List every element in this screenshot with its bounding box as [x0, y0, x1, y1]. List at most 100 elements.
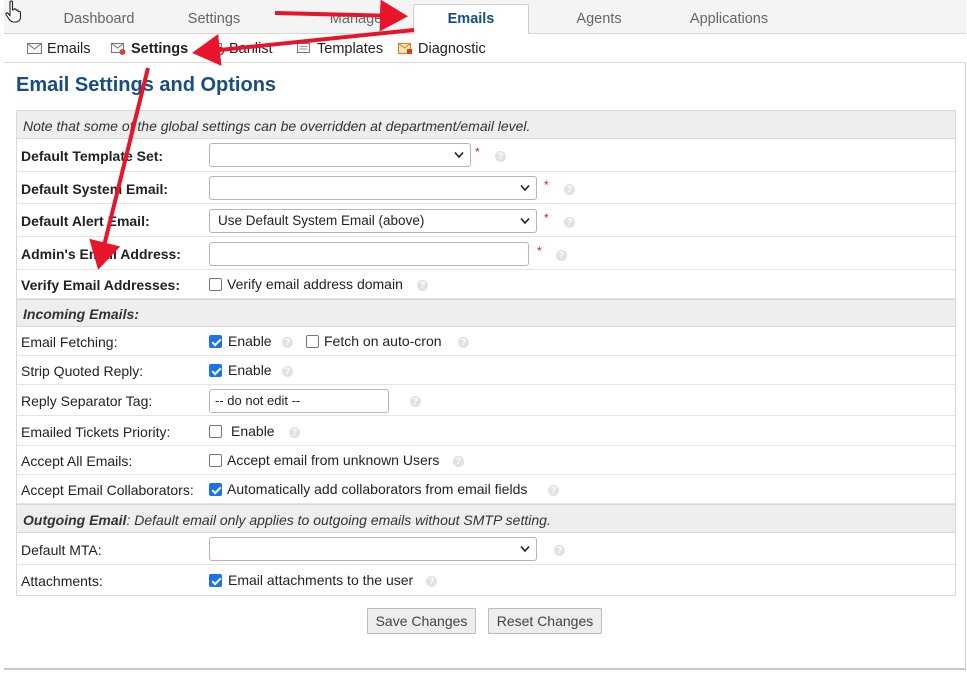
- tab-applications[interactable]: Applications: [664, 5, 794, 34]
- email-fetching-row: Email Fetching: Enable ? Fetch on auto-c…: [17, 327, 955, 356]
- help-icon[interactable]: ?: [289, 427, 300, 438]
- tab-agents[interactable]: Agents: [544, 5, 654, 34]
- autocron-checkbox[interactable]: [306, 335, 319, 348]
- chevron-down-icon: [520, 217, 530, 225]
- verify-email-label: Verify Email Addresses:: [21, 277, 181, 293]
- admin-email-row: Admin's Email Address: * ?: [17, 237, 955, 270]
- subnav-emails-label: Emails: [47, 41, 91, 57]
- chevron-down-icon: [520, 184, 530, 192]
- ticket-priority-checkbox[interactable]: [209, 425, 222, 438]
- ticket-priority-row: Emailed Tickets Priority: Enable ?: [17, 416, 955, 446]
- fetching-enable-option: Enable: [228, 333, 272, 349]
- diagnostic-icon: [398, 43, 412, 54]
- attachments-label: Attachments:: [21, 573, 103, 589]
- help-icon[interactable]: ?: [426, 576, 437, 587]
- outgoing-heading: Outgoing Email: Default email only appli…: [23, 512, 551, 528]
- ticket-priority-label: Emailed Tickets Priority:: [21, 424, 171, 440]
- required-mark: *: [544, 178, 549, 192]
- chevron-down-icon: [520, 545, 530, 553]
- default-mta-row: Default MTA: ?: [17, 533, 955, 565]
- collaborators-checkbox[interactable]: [209, 483, 222, 496]
- default-mta-select[interactable]: [209, 537, 537, 561]
- chevron-down-icon: [454, 151, 464, 159]
- subnav-banlist[interactable]: Banlist: [209, 40, 273, 58]
- email-settings-icon: [111, 43, 126, 55]
- autocron-option: Fetch on auto-cron: [324, 333, 442, 349]
- help-icon[interactable]: ?: [410, 396, 421, 407]
- required-mark: *: [537, 244, 542, 258]
- accept-all-row: Accept All Emails: Accept email from unk…: [17, 446, 955, 475]
- hand-cursor-icon: [5, 0, 22, 23]
- subnav-diagnostic[interactable]: Diagnostic: [398, 40, 486, 58]
- sub-navigation: Emails Settings Banlist Templates Diagno…: [4, 34, 966, 63]
- attachments-option: Email attachments to the user: [228, 572, 414, 588]
- alert-email-select[interactable]: Use Default System Email (above): [209, 209, 537, 233]
- admin-email-input[interactable]: [209, 242, 529, 266]
- main-tabs: Dashboard Settings Manage Emails Agents …: [4, 0, 966, 35]
- subnav-banlist-label: Banlist: [229, 41, 273, 57]
- fetching-enable-checkbox[interactable]: [209, 335, 222, 348]
- email-fetching-label: Email Fetching:: [21, 334, 118, 350]
- admin-email-label: Admin's Email Address:: [21, 246, 181, 262]
- collaborators-row: Accept Email Collaborators: Automaticall…: [17, 475, 955, 504]
- reply-separator-label: Reply Separator Tag:: [21, 393, 153, 409]
- verify-email-row: Verify Email Addresses: Verify email add…: [17, 270, 955, 299]
- tab-manage[interactable]: Manage: [286, 5, 426, 34]
- required-mark: *: [475, 145, 480, 159]
- subnav-settings[interactable]: Settings: [111, 40, 189, 58]
- help-icon[interactable]: ?: [458, 337, 469, 348]
- subnav-templates-label: Templates: [317, 41, 384, 57]
- required-mark: *: [544, 211, 549, 225]
- help-icon[interactable]: ?: [564, 184, 575, 195]
- strip-quoted-row: Strip Quoted Reply: Enable ?: [17, 356, 955, 385]
- verify-domain-option: Verify email address domain: [227, 276, 403, 292]
- outgoing-heading-row: Outgoing Email: Default email only appli…: [17, 504, 955, 533]
- help-icon[interactable]: ?: [556, 250, 567, 261]
- system-email-select[interactable]: [209, 176, 537, 200]
- reply-separator-input[interactable]: -- do not edit --: [209, 389, 389, 413]
- verify-domain-checkbox[interactable]: [209, 278, 222, 291]
- incoming-heading: Incoming Emails:: [23, 306, 139, 322]
- collaborators-option: Automatically add collaborators from ema…: [227, 481, 528, 497]
- system-email-label: Default System Email:: [21, 181, 169, 197]
- accept-all-label: Accept All Emails:: [21, 453, 133, 469]
- subnav-settings-label: Settings: [131, 41, 189, 57]
- system-email-row: Default System Email: * ?: [17, 172, 955, 204]
- reset-changes-button[interactable]: Reset Changes: [488, 608, 602, 634]
- accept-all-option: Accept email from unknown Users: [227, 452, 440, 468]
- subnav-emails[interactable]: Emails: [27, 40, 91, 58]
- help-icon[interactable]: ?: [282, 366, 293, 377]
- help-icon[interactable]: ?: [417, 280, 428, 291]
- tab-settings[interactable]: Settings: [144, 5, 284, 34]
- tab-emails[interactable]: Emails: [413, 4, 529, 35]
- override-note: Note that some of the global settings ca…: [23, 118, 531, 134]
- alert-email-label: Default Alert Email:: [21, 213, 150, 229]
- ticket-priority-option: Enable: [231, 423, 275, 439]
- strip-quoted-checkbox[interactable]: [209, 364, 222, 377]
- templates-icon: [297, 43, 310, 53]
- template-set-row: Default Template Set: * ?: [17, 139, 955, 172]
- collaborators-label: Accept Email Collaborators:: [21, 482, 194, 498]
- settings-table: Note that some of the global settings ca…: [16, 110, 956, 596]
- subnav-diagnostic-label: Diagnostic: [418, 41, 486, 57]
- save-changes-button[interactable]: Save Changes: [367, 608, 476, 634]
- accept-all-checkbox[interactable]: [209, 454, 222, 467]
- help-icon[interactable]: ?: [554, 545, 565, 556]
- incoming-heading-row: Incoming Emails:: [17, 299, 955, 327]
- help-icon[interactable]: ?: [548, 485, 559, 496]
- banlist-icon: [209, 43, 224, 55]
- attachments-row: Attachments: Email attachments to the us…: [17, 565, 955, 595]
- help-icon[interactable]: ?: [453, 456, 464, 467]
- template-set-select[interactable]: [209, 143, 471, 167]
- envelope-icon: [27, 43, 42, 54]
- subnav-templates[interactable]: Templates: [297, 40, 384, 58]
- page-title: Email Settings and Options: [16, 74, 277, 96]
- table-note-row: Note that some of the global settings ca…: [17, 111, 955, 139]
- help-icon[interactable]: ?: [564, 217, 575, 228]
- alert-email-row: Default Alert Email: Use Default System …: [17, 204, 955, 237]
- strip-quoted-option: Enable: [228, 362, 272, 378]
- template-set-label: Default Template Set:: [21, 148, 164, 164]
- help-icon[interactable]: ?: [495, 151, 506, 162]
- help-icon[interactable]: ?: [282, 337, 293, 348]
- attachments-checkbox[interactable]: [209, 574, 222, 587]
